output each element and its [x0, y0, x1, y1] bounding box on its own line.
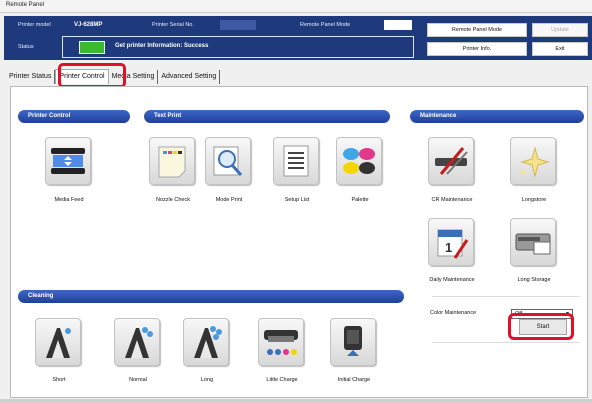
tab-printer-status[interactable]: Printer Status	[6, 70, 56, 84]
long-storage-label: Long Storage	[517, 277, 551, 283]
little-charge-button[interactable]	[258, 318, 304, 366]
status-indicator	[79, 41, 105, 54]
cr-maintenance-button[interactable]	[428, 137, 474, 185]
printer-control-header: Printer Control	[18, 110, 130, 123]
printer-model-value: VJ-628MP	[74, 22, 103, 28]
cleaning-header: Cleaning	[18, 290, 404, 303]
mode-print-button[interactable]	[205, 137, 251, 185]
normal-label: Normal	[129, 377, 147, 383]
nozzle-check-button[interactable]	[149, 137, 195, 185]
media-feed-icon	[51, 148, 85, 174]
media-feed-label: Media Feed	[54, 197, 84, 203]
longstore-button[interactable]	[510, 137, 556, 185]
printer-serial-value	[220, 20, 256, 30]
svg-text:1: 1	[445, 240, 452, 255]
long-cleaning-icon	[194, 326, 222, 358]
initial-charge-icon	[344, 326, 362, 356]
bottom-border	[0, 399, 592, 403]
printer-model-label: Printer model	[18, 22, 51, 28]
setup-list-button[interactable]	[273, 137, 319, 185]
sparkle-icon	[519, 146, 550, 178]
daily-maintenance-button[interactable]: 1	[428, 218, 474, 266]
text-print-header: Text Print	[144, 110, 390, 123]
status-text: Get printer Information: Success	[115, 43, 209, 49]
palette-label: Palette	[351, 197, 369, 203]
daily-calendar-icon: 1	[437, 229, 469, 259]
tab-advanced-setting[interactable]: Advanced Setting	[158, 70, 221, 84]
printer-serial-label: Printer Serial No.	[152, 22, 194, 28]
maintenance-divider	[432, 296, 580, 297]
palette-icon	[343, 148, 375, 174]
long-storage-icon	[515, 233, 551, 255]
longstore-label: Longstore	[521, 197, 547, 203]
daily-maintenance-label: Daily Maintenance	[429, 277, 475, 283]
mode-print-label: Mode Print	[215, 197, 243, 203]
normal-cleaning-icon	[125, 327, 153, 358]
setup-list-icon	[283, 145, 309, 177]
long-cleaning-button[interactable]	[183, 318, 229, 366]
start-highlight-marker	[508, 313, 574, 340]
setup-list-label: Setup List	[284, 197, 310, 203]
mode-print-icon	[213, 146, 243, 177]
cr-maintenance-icon	[435, 147, 468, 175]
remote-panel-mode-label: Remote Panel Mode	[300, 22, 351, 28]
short-label: Short	[52, 377, 66, 383]
little-charge-label: Little Charge	[266, 377, 298, 383]
little-charge-icon	[264, 330, 298, 355]
short-cleaning-button[interactable]	[35, 318, 81, 366]
tab-highlight-marker	[58, 63, 126, 88]
short-cleaning-icon	[46, 328, 71, 358]
status-label: Status	[18, 44, 34, 50]
media-feed-button[interactable]	[45, 137, 91, 185]
maintenance-header: Maintenance	[410, 110, 584, 123]
maintenance-bottom-divider	[432, 342, 580, 343]
initial-charge-label: Initial Charge	[337, 377, 371, 383]
printer-info-bar: Printer model VJ-628MP Printer Serial No…	[4, 16, 592, 60]
initial-charge-button[interactable]	[330, 318, 376, 366]
window-title: Remote Panel	[0, 0, 592, 13]
update-button[interactable]: Update	[532, 23, 588, 37]
status-panel: Get printer Information: Success	[62, 36, 414, 58]
printer-info-button[interactable]: Printer Info.	[427, 42, 527, 56]
cr-maintenance-label: CR Maintenance	[431, 197, 473, 203]
nozzle-check-icon	[158, 146, 186, 178]
long-storage-button[interactable]	[510, 218, 556, 266]
normal-cleaning-button[interactable]	[114, 318, 160, 366]
long-label: Long	[200, 377, 214, 383]
remote-panel-mode-button[interactable]: Remote Panel Mode	[427, 23, 527, 37]
exit-button[interactable]: Exit	[532, 42, 588, 56]
color-maintenance-label: Color Maintenance	[430, 310, 477, 316]
remote-panel-mode-value	[384, 20, 412, 30]
palette-button[interactable]	[336, 137, 382, 185]
